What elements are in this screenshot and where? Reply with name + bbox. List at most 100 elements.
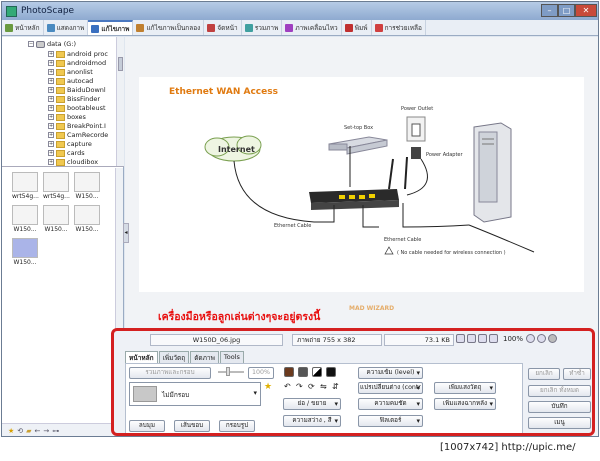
- sepia-icon[interactable]: [284, 367, 294, 377]
- thumbnail-item[interactable]: W150...: [74, 172, 100, 200]
- frame-line-button[interactable]: กรอบรูป: [219, 420, 255, 432]
- margin-button[interactable]: เส้นขอบ: [174, 420, 210, 432]
- tab-3[interactable]: แก้ไขภาพเป็นกลอง: [133, 20, 205, 35]
- folder-icon: [56, 149, 65, 157]
- expand-icon[interactable]: +: [48, 51, 54, 57]
- contrast-dropdown[interactable]: แปรเปลี่ยนต่าง (contr: [358, 382, 423, 394]
- expand-icon[interactable]: +: [48, 87, 54, 93]
- thumbnail-item[interactable]: W150...: [74, 205, 100, 233]
- undo-all-button[interactable]: ยกเลิก ทั้งหมด: [528, 385, 591, 397]
- sharpen-dropdown[interactable]: ความคมชัด: [358, 398, 423, 410]
- expand-icon[interactable]: +: [48, 105, 54, 111]
- actual-size-icon[interactable]: [467, 334, 476, 343]
- zoom-out-icon[interactable]: [537, 334, 547, 343]
- negative-icon[interactable]: [326, 367, 336, 377]
- flip-vertical-icon[interactable]: ⇵: [332, 382, 339, 391]
- percent-field[interactable]: 100%: [248, 367, 274, 379]
- thumbnail-label: W150...: [44, 226, 68, 233]
- tree-folder-label: BreakPoint.I: [67, 122, 106, 130]
- bw-icon[interactable]: [312, 367, 322, 377]
- thumbnail-item[interactable]: wrt54g...: [12, 172, 39, 200]
- collapse-left-panel-button[interactable]: ◂: [123, 223, 129, 243]
- maximize-button[interactable]: □: [558, 4, 575, 17]
- image-canvas[interactable]: Ethernet WAN Access Internet Set-top Box…: [139, 77, 584, 292]
- tree-folder-label: anonlist: [67, 68, 93, 76]
- expand-icon[interactable]: +: [48, 69, 54, 75]
- slider-thumb[interactable]: [226, 367, 230, 376]
- rotate-icon[interactable]: ⟲: [17, 427, 23, 435]
- undo-button[interactable]: ยกเลิก: [528, 368, 560, 380]
- grayscale-icon[interactable]: [298, 367, 308, 377]
- resize-dropdown[interactable]: ย่อ / ขยาย: [283, 398, 341, 410]
- info-icon[interactable]: [548, 334, 558, 343]
- svg-text:Power Outlet: Power Outlet: [401, 106, 433, 112]
- frame-select[interactable]: ไม่มีกรอบ ▾: [129, 382, 261, 406]
- expand-icon[interactable]: +: [48, 150, 54, 156]
- image-dimensions: ภาพถ่าย 755 x 382: [292, 334, 382, 346]
- object-light-dropdown[interactable]: เพิ่มแสงวัตถุ: [434, 382, 496, 394]
- filter-dropdown[interactable]: ฟิลเตอร์: [358, 415, 423, 427]
- forward-icon[interactable]: →: [43, 427, 49, 435]
- expand-icon[interactable]: +: [48, 123, 54, 129]
- thumbnail-item[interactable]: W150...: [43, 205, 69, 233]
- expand-icon[interactable]: +: [48, 141, 54, 147]
- expand-icon[interactable]: +: [48, 60, 54, 66]
- tree-root[interactable]: − data (G:): [28, 39, 76, 49]
- brightness-color-dropdown[interactable]: ความสว่าง , สี: [283, 415, 341, 427]
- level-dropdown[interactable]: ความเข้ม (level): [358, 367, 423, 379]
- save-button[interactable]: บันทึก: [528, 401, 591, 413]
- favorite-star-icon[interactable]: ★: [264, 382, 272, 392]
- tab-label: แสดงภาพ: [56, 23, 85, 32]
- tab-0[interactable]: หน้าหลัก: [2, 20, 44, 35]
- flip-horizontal-icon[interactable]: ⇋: [320, 382, 327, 391]
- folder-icon: [56, 77, 65, 85]
- folder-icon: [56, 158, 65, 166]
- thumbnail-label: W150...: [13, 226, 37, 233]
- expand-icon[interactable]: +: [48, 132, 54, 138]
- folder-open-icon[interactable]: ▰: [26, 427, 31, 435]
- star-icon[interactable]: ★: [8, 427, 14, 435]
- zoom-in-icon[interactable]: [526, 334, 536, 343]
- fit-icon[interactable]: [456, 334, 465, 343]
- rotate-right-icon[interactable]: ↷: [296, 382, 303, 391]
- slider-icon[interactable]: ⊶: [52, 427, 59, 435]
- expand-icon[interactable]: +: [48, 78, 54, 84]
- expand-icon[interactable]: +: [48, 159, 54, 165]
- zoom-window-icon[interactable]: [489, 334, 498, 343]
- controls-area: รวมภาพและกรอบ 100% ไม่มีกรอบ ▾ ★ ลบมุม เ…: [125, 363, 523, 433]
- zoom-fit-icon[interactable]: [478, 334, 487, 343]
- folder-icon: [56, 50, 65, 58]
- expand-icon[interactable]: +: [48, 96, 54, 102]
- redo-button[interactable]: ทำซ้ำ: [563, 368, 591, 380]
- folder-icon: [56, 86, 65, 94]
- thumbnail-toolbar: ★ ⟲ ▰ ← → ⊶: [2, 423, 124, 436]
- back-icon[interactable]: ←: [35, 427, 41, 435]
- thumbnail-item[interactable]: W150...: [12, 238, 38, 266]
- frame-slider[interactable]: [218, 371, 244, 373]
- tab-6[interactable]: ภาพเคลื่อนไหว: [282, 20, 342, 35]
- minimize-button[interactable]: –: [541, 4, 558, 17]
- collapse-icon[interactable]: −: [28, 41, 34, 47]
- tree-folder-label: BissFinder: [67, 95, 101, 103]
- tab-5[interactable]: รวมภาพ: [242, 20, 283, 35]
- menu-button[interactable]: เมนู: [528, 417, 591, 429]
- thumbnail-item[interactable]: wrt54g...: [43, 172, 70, 200]
- tab-2[interactable]: แก้ไขภาพ: [88, 20, 134, 35]
- thumbnail-image: [43, 205, 69, 225]
- tree-folder[interactable]: + cloudibox: [48, 157, 98, 166]
- tab-8[interactable]: การช่วยเหลือ: [372, 20, 426, 35]
- thumbnail-item[interactable]: W150...: [12, 205, 38, 233]
- tab-7[interactable]: พิมพ์: [342, 20, 372, 35]
- tab-1[interactable]: แสดงภาพ: [44, 20, 89, 35]
- power-outlet: Power Outlet: [401, 106, 433, 142]
- tree-folder-label: bootableust: [67, 104, 106, 112]
- combine-frame-button[interactable]: รวมภาพและกรอบ: [129, 367, 211, 379]
- background-light-dropdown[interactable]: เพิ่มแสงฉากหลัง: [434, 398, 496, 410]
- tab-4[interactable]: จัดหน้า: [204, 20, 242, 35]
- rounded-corner-button[interactable]: ลบมุม: [129, 420, 165, 432]
- expand-icon[interactable]: +: [48, 114, 54, 120]
- close-button[interactable]: ✕: [575, 4, 597, 17]
- rotate-left-icon[interactable]: ↶: [284, 382, 291, 391]
- tree-scrollbar[interactable]: [116, 37, 124, 166]
- rotate-free-icon[interactable]: ⟳: [308, 382, 315, 391]
